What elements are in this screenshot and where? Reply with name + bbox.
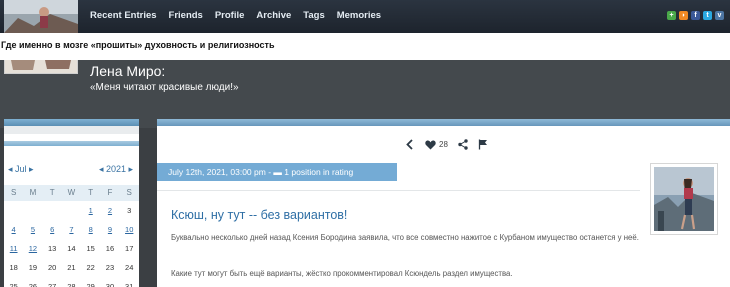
calendar-day[interactable]: 5 bbox=[23, 220, 42, 239]
entry-title[interactable]: Ксюш, ну тут -- без вариантов! bbox=[171, 208, 347, 222]
calendar-day: 29 bbox=[86, 282, 95, 287]
notice-text[interactable]: Где именно в мозге «прошиты» духовность … bbox=[1, 40, 275, 50]
facebook-icon[interactable]: f bbox=[691, 11, 700, 20]
sidebar-header-strip bbox=[4, 119, 139, 126]
journal-title[interactable]: Лена Миро: bbox=[90, 63, 165, 79]
entry-divider bbox=[157, 190, 640, 191]
calendar-weekday: T bbox=[49, 188, 55, 197]
calendar-day: 24 bbox=[125, 263, 134, 272]
entry-panel: 28 July 12th, 2021, 03:00 pm - ▬ 1 posit… bbox=[157, 119, 730, 287]
nav-tags[interactable]: Tags bbox=[303, 10, 324, 21]
calendar-day[interactable]: 7 bbox=[62, 220, 81, 239]
calendar-weekday: F bbox=[107, 188, 113, 197]
calendar-week: 18 19 20 21 22 23 24 bbox=[4, 258, 139, 277]
calendar-day bbox=[23, 201, 42, 220]
nav-recent-entries[interactable]: Recent Entries bbox=[90, 10, 157, 21]
calendar-weekday: W bbox=[67, 188, 76, 197]
calendar-day: 3 bbox=[127, 206, 132, 215]
calendar-day[interactable]: 6 bbox=[43, 220, 62, 239]
calendar-day: 13 bbox=[47, 244, 57, 253]
vk-icon[interactable]: v bbox=[715, 11, 724, 20]
flag-icon[interactable] bbox=[478, 139, 488, 150]
add-icon[interactable]: + bbox=[667, 11, 676, 20]
calendar-day[interactable]: 2 bbox=[100, 201, 119, 220]
avatar[interactable] bbox=[4, 0, 78, 33]
nav-memories[interactable]: Memories bbox=[337, 10, 381, 21]
calendar-month-nav[interactable]: ◂ Jul ▸ bbox=[8, 164, 34, 175]
calendar-day[interactable]: 12 bbox=[23, 239, 42, 258]
calendar-day: 21 bbox=[67, 263, 76, 272]
share-icon[interactable] bbox=[458, 139, 468, 150]
sidebar: ◂ Jul ▸ ◂ 2021 ▸ S M T W T F S 1 2 3 4 5 6 7 8 9 10 11 12 1… bbox=[4, 119, 139, 287]
calendar-day: 26 bbox=[28, 282, 38, 287]
top-nav-bar: Recent Entries Friends Profile Archive T… bbox=[0, 0, 730, 33]
calendar-day: 25 bbox=[9, 282, 18, 287]
calendar-day[interactable]: 11 bbox=[4, 239, 23, 258]
calendar-day[interactable]: 8 bbox=[81, 220, 100, 239]
rss-icon[interactable]: ◗ bbox=[679, 11, 688, 20]
calendar-day: 17 bbox=[125, 244, 134, 253]
calendar-weekday: S bbox=[10, 188, 17, 197]
heart-icon[interactable] bbox=[425, 139, 436, 150]
calendar-year-nav[interactable]: ◂ 2021 ▸ bbox=[99, 164, 133, 175]
calendar-day bbox=[43, 201, 62, 220]
calendar-week: 123 bbox=[4, 201, 139, 220]
likes-count: 28 bbox=[439, 140, 448, 149]
twitter-icon[interactable]: t bbox=[703, 11, 712, 20]
notice-strip: Где именно в мозге «прошиты» духовность … bbox=[0, 33, 730, 60]
calendar-day: 30 bbox=[105, 282, 115, 287]
calendar-week: 4 5 6 7 8 9 10 bbox=[4, 220, 139, 239]
likes[interactable]: 28 bbox=[425, 139, 448, 150]
social-icons: + ◗ f t v bbox=[667, 11, 724, 20]
calendar-weekday-row: SMTWTFS bbox=[4, 185, 139, 201]
calendar-day: 28 bbox=[67, 282, 76, 287]
journal-avatar[interactable] bbox=[4, 60, 78, 74]
calendar-day: 27 bbox=[47, 282, 57, 287]
calendar-day: 14 bbox=[67, 244, 76, 253]
calendar-day: 18 bbox=[9, 263, 18, 272]
calendar-day bbox=[4, 201, 23, 220]
calendar-grid: S M T W T F S 1 2 3 4 5 6 7 8 9 10 11 12 13 14 15 16 17 18 19 20 21… bbox=[4, 185, 139, 287]
author-avatar[interactable] bbox=[650, 163, 718, 235]
calendar-day: 22 bbox=[86, 263, 95, 272]
calendar-week: 25 26 27 28 29 30 31 bbox=[4, 277, 139, 287]
calendar-weekday: M bbox=[29, 188, 37, 197]
calendar-day bbox=[62, 201, 81, 220]
nav-profile[interactable]: Profile bbox=[215, 10, 245, 21]
sidebar-divider bbox=[4, 126, 139, 134]
calendar-day: 23 bbox=[105, 263, 115, 272]
nav-links: Recent Entries Friends Profile Archive T… bbox=[90, 10, 393, 21]
journal-subtitle: «Меня читают красивые люди!» bbox=[90, 82, 239, 93]
entry-date[interactable]: July 12th, 2021, 03:00 pm bbox=[168, 167, 266, 177]
entry-date-bar: July 12th, 2021, 03:00 pm - ▬ 1 position… bbox=[157, 163, 397, 181]
calendar-day[interactable]: 10 bbox=[120, 220, 139, 239]
calendar-day: 16 bbox=[105, 244, 115, 253]
nav-archive[interactable]: Archive bbox=[256, 10, 291, 21]
author-photo bbox=[654, 167, 714, 231]
chevron-left-icon[interactable] bbox=[405, 139, 415, 150]
calendar-weekday: T bbox=[88, 188, 94, 197]
calendar-weekday: S bbox=[126, 188, 132, 197]
rating-icon: ▬ bbox=[273, 167, 282, 177]
entry-date-text: July 12th, 2021, 03:00 pm - ▬ 1 position… bbox=[168, 167, 353, 177]
calendar-week: 11 12 13 14 15 16 17 bbox=[4, 239, 139, 258]
calendar-day: 20 bbox=[47, 263, 57, 272]
calendar-day: 15 bbox=[86, 244, 95, 253]
calendar-day: 31 bbox=[125, 282, 134, 287]
entry-body: Буквально несколько дней назад Ксения Бо… bbox=[171, 233, 639, 242]
entry-top-strip bbox=[157, 119, 730, 126]
calendar-day[interactable]: 9 bbox=[100, 220, 119, 239]
calendar-day: 19 bbox=[28, 263, 38, 272]
calendar-day[interactable]: 4 bbox=[4, 220, 23, 239]
entry-paragraph: Какие тут могут быть ещё варианты, жёстк… bbox=[171, 269, 513, 278]
sidebar-accent-strip bbox=[4, 141, 139, 146]
entry-rating[interactable]: 1 position in rating bbox=[284, 167, 353, 177]
nav-friends[interactable]: Friends bbox=[169, 10, 203, 21]
entry-actions: 28 bbox=[405, 139, 488, 150]
calendar-day[interactable]: 1 bbox=[81, 201, 100, 220]
